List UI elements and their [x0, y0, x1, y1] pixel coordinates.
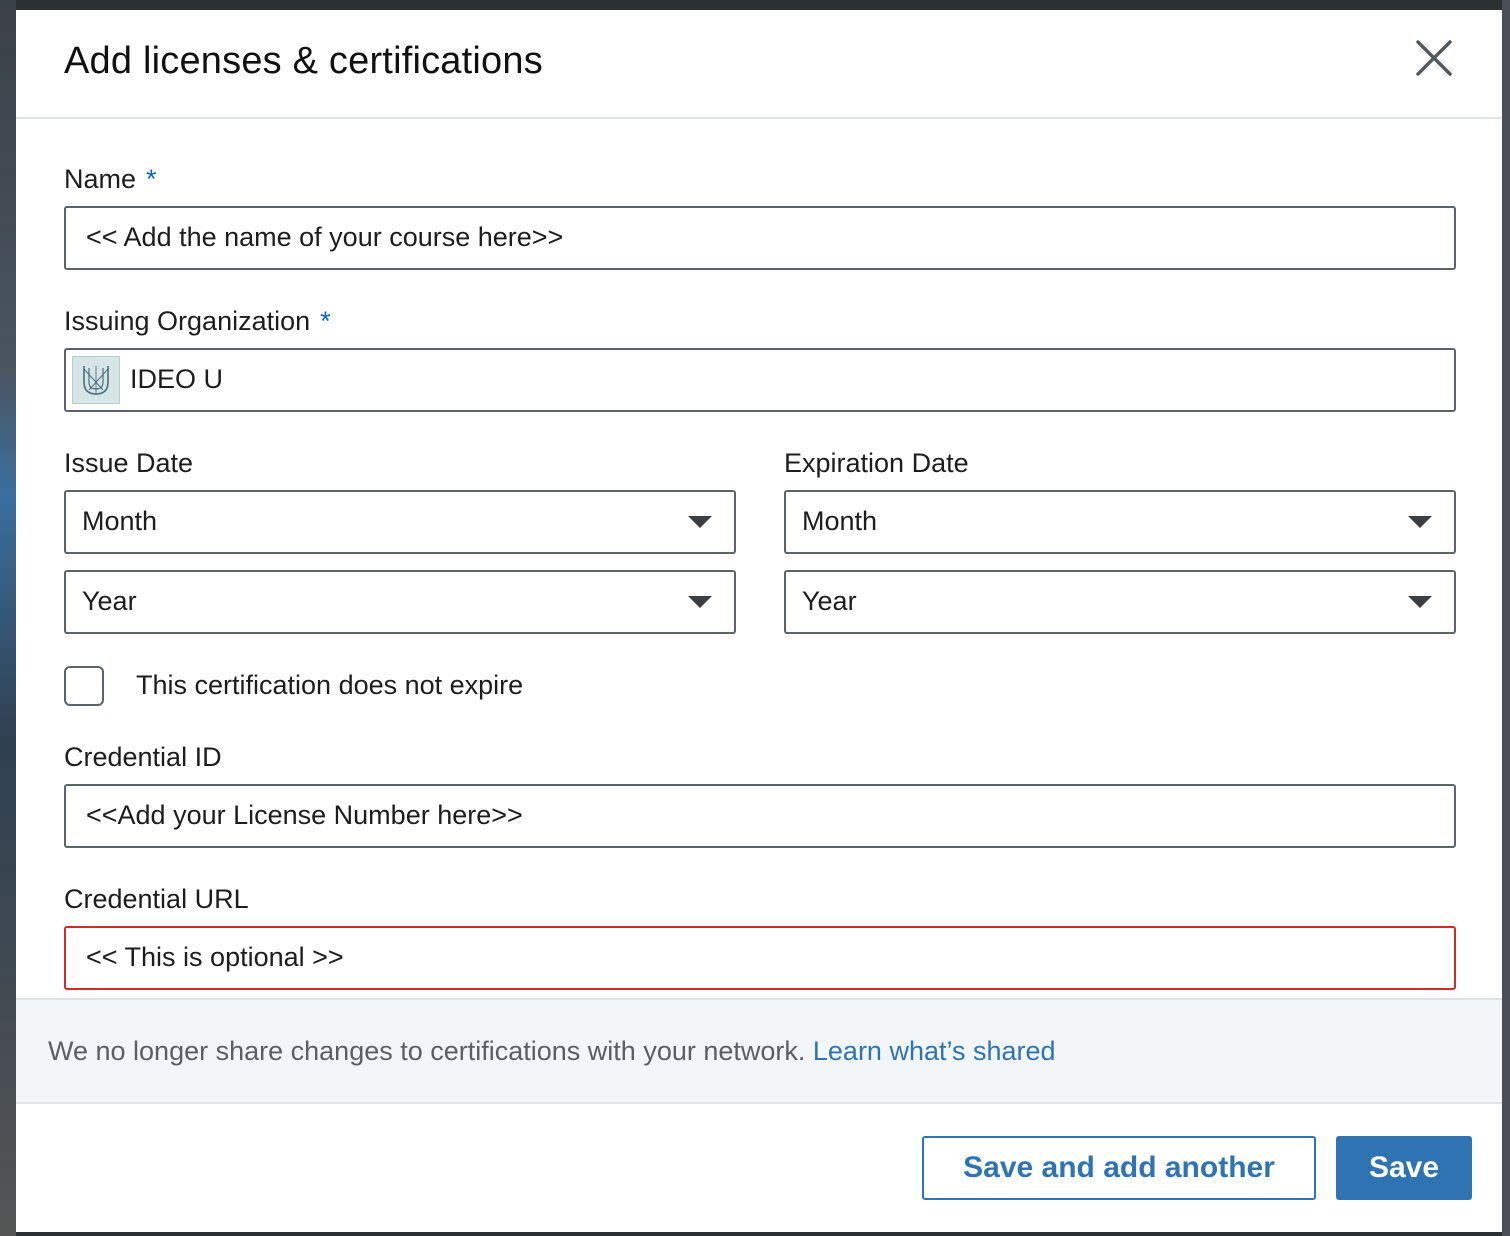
- no-expire-checkbox[interactable]: [64, 666, 104, 706]
- name-input[interactable]: << Add the name of your course here>>: [64, 206, 1456, 270]
- add-certification-dialog: Add licenses & certifications Name * << A…: [16, 10, 1502, 1232]
- share-notice-bar: We no longer share changes to certificat…: [16, 998, 1502, 1104]
- no-expire-label[interactable]: This certification does not expire: [136, 670, 523, 701]
- issuing-org-input[interactable]: IDEO U: [64, 348, 1456, 412]
- issuing-org-value: IDEO U: [130, 364, 224, 394]
- expiration-year-select[interactable]: Year: [784, 570, 1456, 634]
- chevron-down-icon: [688, 516, 712, 528]
- close-icon: [1416, 40, 1452, 76]
- chevron-down-icon: [688, 596, 712, 608]
- name-input-value: << Add the name of your course here>>: [86, 222, 564, 252]
- credential-id-value: <<Add your License Number here>>: [86, 800, 523, 830]
- expiration-year-value: Year: [802, 586, 857, 616]
- issue-month-value: Month: [82, 506, 158, 536]
- name-label-text: Name: [64, 164, 137, 194]
- share-notice-text: We no longer share changes to certificat…: [48, 1036, 813, 1066]
- issue-year-select[interactable]: Year: [64, 570, 736, 634]
- expiration-month-value: Month: [802, 506, 878, 536]
- credential-url-input[interactable]: << This is optional >>: [64, 926, 1456, 990]
- issue-month-select[interactable]: Month: [64, 490, 736, 554]
- close-button[interactable]: [1414, 38, 1454, 78]
- issuing-org-label-text: Issuing Organization: [64, 306, 311, 336]
- issuing-org-required-mark: *: [320, 306, 331, 336]
- save-button[interactable]: Save: [1336, 1136, 1472, 1200]
- save-and-add-another-button[interactable]: Save and add another: [922, 1136, 1316, 1200]
- credential-id-label: Credential ID: [64, 742, 222, 772]
- learn-whats-shared-link[interactable]: Learn what’s shared: [813, 1036, 1056, 1066]
- chevron-down-icon: [1408, 596, 1432, 608]
- credential-url-value: << This is optional >>: [86, 942, 344, 972]
- name-required-mark: *: [146, 164, 157, 194]
- credential-url-label: Credential URL: [64, 884, 249, 914]
- name-label: Name *: [64, 164, 157, 195]
- dialog-title: Add licenses & certifications: [64, 40, 543, 82]
- expiration-date-label: Expiration Date: [784, 448, 969, 478]
- issue-date-label: Issue Date: [64, 448, 194, 478]
- dialog-header: Add licenses & certifications: [16, 10, 1502, 119]
- page-backdrop-left: [0, 0, 16, 1236]
- page-backdrop-right: [1502, 0, 1510, 1236]
- share-notice: We no longer share changes to certificat…: [48, 1036, 1056, 1067]
- issue-year-value: Year: [82, 586, 137, 616]
- ideo-u-logo-icon: [72, 356, 120, 404]
- issuing-org-label: Issuing Organization *: [64, 306, 331, 337]
- expiration-month-select[interactable]: Month: [784, 490, 1456, 554]
- credential-id-input[interactable]: <<Add your License Number here>>: [64, 784, 1456, 848]
- chevron-down-icon: [1408, 516, 1432, 528]
